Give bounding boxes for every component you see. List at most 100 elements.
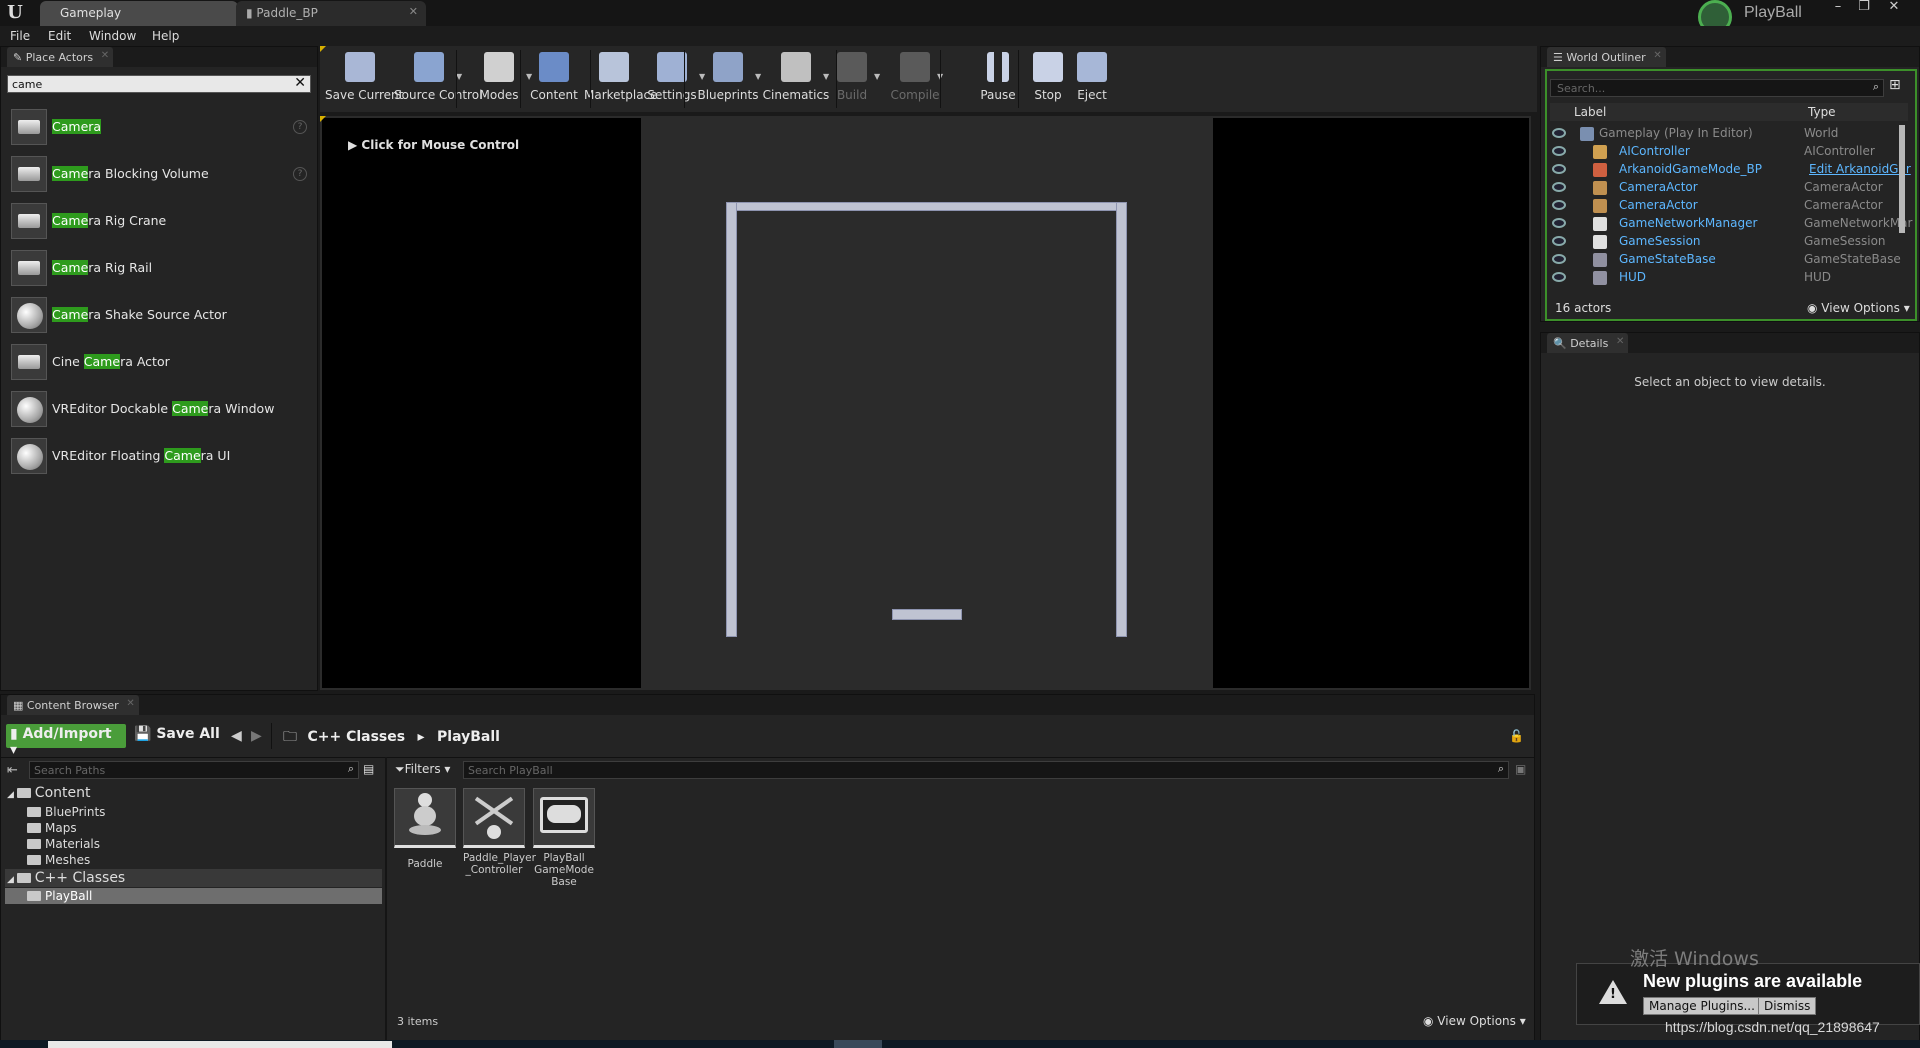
toolbar-button-label: Cinematics	[762, 88, 830, 102]
outliner-search-input[interactable]: Search... ⌕	[1550, 79, 1884, 97]
tree-materials[interactable]: Materials	[27, 837, 100, 851]
lock-icon[interactable]: 🔓	[1509, 729, 1524, 743]
menu-file[interactable]: File	[10, 29, 30, 43]
tree-blueprints[interactable]: BluePrints	[27, 805, 105, 819]
actor-item[interactable]: Camera?	[7, 105, 313, 149]
visibility-eye-icon[interactable]	[1552, 164, 1566, 174]
actor-item[interactable]: VREditor Floating Camera UI	[7, 434, 313, 478]
build-button[interactable]: Build ▼	[822, 46, 882, 112]
pause-button[interactable]: Pause	[973, 46, 1023, 112]
minimize-icon[interactable]: –	[1827, 0, 1849, 16]
outliner-row[interactable]: HUD HUD	[1546, 269, 1916, 287]
help-icon[interactable]: ?	[293, 167, 307, 181]
mouse-control-label: Click for Mouse Control	[361, 138, 520, 152]
taskbar-app[interactable]	[834, 1040, 882, 1048]
eject-button[interactable]: Eject	[1067, 46, 1117, 112]
close-icon[interactable]: ✕	[409, 5, 418, 18]
add-actor-icon[interactable]: ⊞	[1889, 77, 1901, 93]
visibility-eye-icon[interactable]	[1552, 272, 1566, 282]
close-icon[interactable]: ✕	[1653, 50, 1661, 61]
taskbar-search[interactable]	[48, 1041, 392, 1048]
marketplace-button[interactable]: Marketplace	[584, 46, 658, 112]
mouse-control-hint[interactable]: ▶ Click for Mouse Control	[348, 138, 519, 152]
actor-item[interactable]: Camera Rig Rail	[7, 246, 313, 290]
breadcrumb-playball[interactable]: PlayBall	[437, 729, 500, 745]
list-view-icon[interactable]: ▤	[363, 762, 374, 776]
column-label[interactable]: Label	[1574, 105, 1606, 119]
actor-item[interactable]: Cine Camera Actor	[7, 340, 313, 384]
compile-button[interactable]: Compile▼	[885, 46, 945, 112]
blueprints-button[interactable]: Blueprints ▼	[693, 46, 763, 112]
outliner-scrollbar[interactable]	[1899, 125, 1905, 233]
filters-button[interactable]: ⏷Filters ▾	[395, 762, 450, 777]
content-button[interactable]: Content	[529, 46, 579, 112]
save-all-button[interactable]: 💾 Save All	[134, 726, 220, 750]
tree-meshes[interactable]: Meshes	[27, 853, 90, 867]
outliner-row[interactable]: CameraActor CameraActor	[1546, 179, 1916, 197]
tab-place-actors[interactable]: ✎ Place Actors ✕	[7, 47, 114, 67]
save-search-icon[interactable]: ▣	[1515, 762, 1526, 776]
outliner-row-type[interactable]: Edit ArkanoidGar	[1809, 162, 1911, 176]
outliner-row[interactable]: CameraActor CameraActor	[1546, 197, 1916, 215]
menu-edit[interactable]: Edit	[48, 29, 71, 43]
search-paths-input[interactable]: Search Paths ⌕	[29, 761, 359, 779]
source-control-button[interactable]: Source Control ▼	[394, 46, 482, 112]
tab-gameplay[interactable]: Gameplay	[40, 1, 238, 26]
visibility-eye-icon[interactable]	[1552, 128, 1566, 138]
visibility-eye-icon[interactable]	[1552, 146, 1566, 156]
tab-content-browser[interactable]: ▦ Content Browser ✕	[7, 695, 139, 715]
forward-arrow-icon[interactable]: ▶	[251, 728, 262, 744]
stop-button[interactable]: Stop	[1023, 46, 1073, 112]
visibility-eye-icon[interactable]	[1552, 218, 1566, 228]
game-view[interactable]	[641, 118, 1213, 688]
actor-item[interactable]: Camera Rig Crane	[7, 199, 313, 243]
outliner-row[interactable]: ArkanoidGameMode_BP Edit ArkanoidGar	[1546, 161, 1916, 179]
close-icon[interactable]: ✕	[101, 50, 109, 61]
cb-view-options[interactable]: ◉ View Options ▾	[1423, 1014, 1526, 1028]
dropdown-arrow-icon[interactable]: ▼	[874, 72, 880, 81]
manage-plugins-button[interactable]: Manage Plugins...	[1643, 997, 1761, 1015]
cinematics-button[interactable]: Cinematics ▼	[761, 46, 831, 112]
outliner-row[interactable]: GameSession GameSession	[1546, 233, 1916, 251]
tab-world-outliner[interactable]: ☰ World Outliner ✕	[1547, 47, 1666, 67]
clear-search-icon[interactable]: ✕	[294, 75, 306, 91]
tree-content[interactable]: ◢ Content	[7, 785, 90, 801]
outliner-row[interactable]: Gameplay (Play In Editor) World	[1546, 125, 1916, 143]
close-icon[interactable]: ✕	[1616, 336, 1624, 347]
maximize-icon[interactable]: ❐	[1853, 0, 1875, 16]
asset-paddle[interactable]: Paddle	[394, 788, 456, 870]
menu-window[interactable]: Window	[89, 29, 136, 43]
add-import-button[interactable]: ▮ Add/Import ▾	[6, 724, 126, 758]
tree-maps[interactable]: Maps	[27, 821, 77, 835]
asset-paddle-player-controller[interactable]: Paddle_Player _Controller	[463, 788, 536, 876]
asset-playball-gamemode-base[interactable]: PlayBall GameMode Base	[533, 788, 595, 888]
visibility-eye-icon[interactable]	[1552, 254, 1566, 264]
menu-help[interactable]: Help	[152, 29, 179, 43]
dismiss-button[interactable]: Dismiss	[1758, 997, 1817, 1015]
actor-search-input[interactable]: came ✕	[7, 75, 311, 93]
actor-item[interactable]: Camera Shake Source Actor	[7, 293, 313, 337]
actor-item[interactable]: Camera Blocking Volume?	[7, 152, 313, 196]
close-window-icon[interactable]: ✕	[1883, 0, 1905, 16]
back-arrow-icon[interactable]: ◀	[231, 728, 242, 744]
outliner-row[interactable]: AIController AIController	[1546, 143, 1916, 161]
visibility-eye-icon[interactable]	[1552, 200, 1566, 210]
tree-playball[interactable]: PlayBall	[27, 889, 92, 903]
column-type[interactable]: Type	[1808, 105, 1836, 119]
asset-search-input[interactable]: Search PlayBall ⌕	[463, 761, 1509, 779]
modes-button[interactable]: Modes ▼	[464, 46, 534, 112]
help-icon[interactable]: ?	[293, 120, 307, 134]
close-icon[interactable]: ✕	[126, 698, 134, 709]
visibility-eye-icon[interactable]	[1552, 182, 1566, 192]
tab-paddle-bp[interactable]: ▮ Paddle_BP ✕	[236, 1, 426, 26]
tree-cpp-classes[interactable]: ◢ C++ Classes	[7, 870, 125, 886]
visibility-eye-icon[interactable]	[1552, 236, 1566, 246]
collapse-sources-icon[interactable]: ⇤	[7, 763, 18, 778]
actor-item[interactable]: VREditor Dockable Camera Window	[7, 387, 313, 431]
outliner-row[interactable]: GameStateBase GameStateBase	[1546, 251, 1916, 269]
outliner-view-options[interactable]: ◉ View Options ▾	[1807, 301, 1910, 315]
tab-details[interactable]: 🔍 Details ✕	[1547, 333, 1629, 353]
outliner-row[interactable]: GameNetworkManager GameNetworkMar	[1546, 215, 1916, 233]
save-current-button[interactable]: Save Current	[325, 46, 403, 112]
breadcrumb-cpp[interactable]: C++ Classes	[307, 729, 405, 745]
